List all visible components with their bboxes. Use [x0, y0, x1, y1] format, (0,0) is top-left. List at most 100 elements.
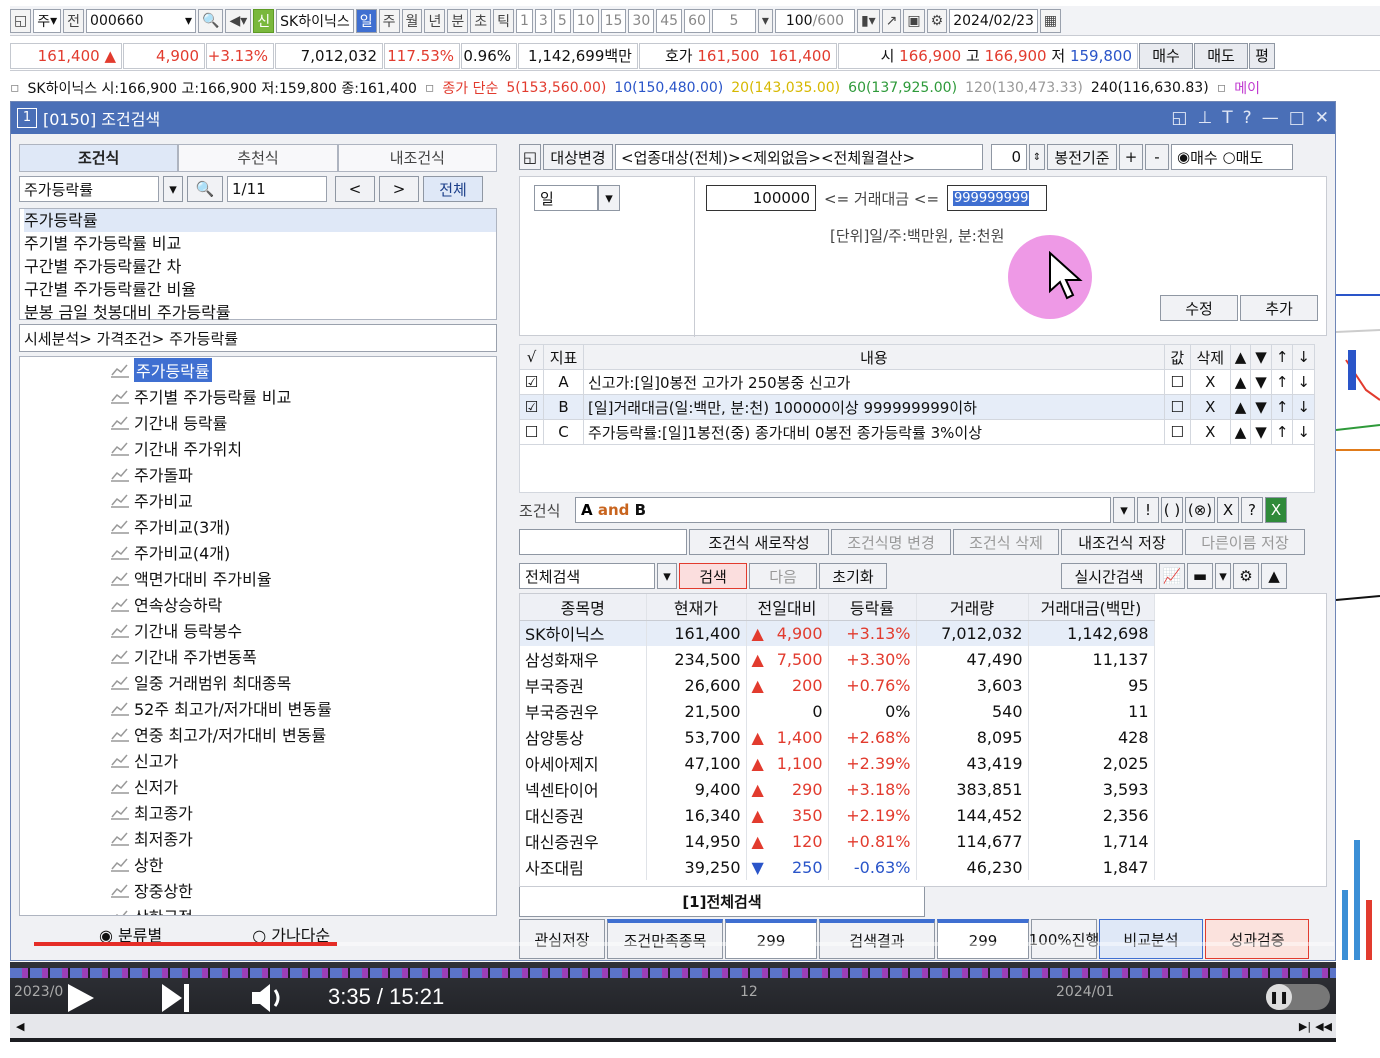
period-minute-button[interactable]: 분	[447, 8, 469, 33]
minus-button[interactable]: -	[1145, 144, 1169, 170]
move-up-icon[interactable]: ▲	[1229, 419, 1252, 445]
drawing-icon[interactable]: ↗	[881, 8, 902, 33]
next-page-button[interactable]: >	[379, 176, 419, 202]
indicator-icon[interactable]: ▮▾	[856, 8, 880, 33]
period-select[interactable]: 일	[534, 185, 598, 211]
tree-item[interactable]: 최저종가	[20, 825, 496, 851]
table-row[interactable]: 넥센타이어 9,400 ▲ 290 +3.18% 383,851 3,593	[520, 776, 1155, 802]
minimize-icon[interactable]: —	[1262, 108, 1279, 128]
move-top-icon[interactable]: ↑	[1270, 369, 1294, 395]
close-icon[interactable]: ✕	[1315, 108, 1329, 128]
plus-button[interactable]: +	[1119, 144, 1143, 170]
tree-item[interactable]: 상한근접	[20, 903, 496, 915]
interval-5[interactable]: 5	[553, 8, 571, 33]
period-tick-button[interactable]: 틱	[493, 8, 514, 33]
chart-icon[interactable]: 📈	[1159, 563, 1185, 589]
gear-icon[interactable]: ⚙	[926, 8, 948, 33]
delete-icon[interactable]: X	[1189, 369, 1231, 395]
tree-item[interactable]: 연속상승하락	[20, 591, 496, 617]
condition-search-input[interactable]: 주가등락률	[19, 176, 159, 202]
restore-icon[interactable]: ◱	[1171, 108, 1187, 128]
tree-item[interactable]: 일중 거래범위 최대종목	[20, 669, 496, 695]
search-button[interactable]: 검색	[679, 563, 747, 589]
table-row[interactable]: 부국증권 26,600 ▲ 200 +0.76% 3,603 95	[520, 672, 1155, 698]
table-row[interactable]: 사조대림 39,250 ▼ 250 -0.63% 46,230 1,847	[520, 854, 1155, 880]
stock-code-input[interactable]: 000660 ▾	[86, 8, 197, 33]
tree-item[interactable]: 최고종가	[20, 799, 496, 825]
value-checkbox[interactable]: ☐	[1163, 369, 1191, 395]
condition-checkbox[interactable]: ☐	[519, 419, 544, 445]
value-checkbox[interactable]: ☐	[1163, 394, 1191, 420]
count-input[interactable]: 100/600	[774, 8, 855, 33]
rename-condition-button[interactable]: 조건식명 변경	[831, 529, 951, 555]
menu-dropdown-icon[interactable]: ▾	[1215, 563, 1231, 589]
tree-item[interactable]: 주가비교(4개)	[20, 539, 496, 565]
tab-all-search[interactable]: [1]전체검색	[519, 887, 925, 917]
next-video-icon[interactable]	[158, 980, 194, 1016]
condition-row[interactable]: ☑ B [일]거래대금(일:백만, 분:천) 100000이상 999999999이…	[519, 394, 1315, 420]
tree-item[interactable]: 신고가	[20, 747, 496, 773]
search-icon[interactable]: 🔍	[198, 8, 224, 33]
xor-button[interactable]: (⊗)	[1185, 497, 1215, 523]
search-dropdown-icon[interactable]: ▾	[163, 176, 183, 202]
tree-item[interactable]: 장중상한	[20, 877, 496, 903]
tree-item[interactable]: 주가비교	[20, 487, 496, 513]
condition-row[interactable]: ☐ C 주가등락률:[일]1봉전(중) 종가대비 0봉전 종가등락률 3%이상 ☐ X ▲…	[519, 419, 1315, 445]
tree-item[interactable]: 주가등락률	[20, 357, 496, 383]
period-week-button[interactable]: 주	[378, 8, 400, 33]
period-year-button[interactable]: 년	[424, 8, 446, 33]
interval-10[interactable]: 10	[572, 8, 599, 33]
date-input[interactable]: 2024/02/23	[949, 8, 1038, 33]
edit-button[interactable]: 수정	[1160, 295, 1238, 321]
tree-item[interactable]: 52주 최고가/저가대비 변동률	[20, 695, 496, 721]
pin-icon[interactable]: ⊥	[1197, 108, 1212, 128]
buy-button[interactable]: 매수	[1139, 42, 1193, 69]
list-icon[interactable]: ▬	[1187, 563, 1213, 589]
calendar-icon[interactable]: ▦	[1039, 8, 1062, 33]
interval-1[interactable]: 1	[516, 8, 533, 33]
tree-item[interactable]: 주가돌파	[20, 461, 496, 487]
scroll-end-icon[interactable]: ◀◀	[1315, 1020, 1332, 1033]
interval-3[interactable]: 3	[534, 8, 552, 33]
video-progress-track[interactable]	[34, 942, 1334, 946]
delete-icon[interactable]: X	[1189, 419, 1231, 445]
tree-item[interactable]: 연중 최고가/저가대비 변동률	[20, 721, 496, 747]
tree-item[interactable]: 기간내 등락봉수	[20, 617, 496, 643]
market-select[interactable]: 주 ▾	[33, 8, 62, 33]
table-row[interactable]: 아세아제지 47,100 ▲ 1,100 +2.39% 43,419 2,025	[520, 750, 1155, 776]
horizontal-scrollbar[interactable]: ◀ ▶| ◀◀	[10, 1014, 1336, 1038]
move-down-icon[interactable]: ▼	[1250, 394, 1272, 420]
scope-dropdown-icon[interactable]: ▾	[657, 563, 677, 589]
interval-60[interactable]: 60	[684, 8, 710, 33]
condition-name-input[interactable]	[519, 529, 687, 555]
window-icon[interactable]: ◱	[519, 144, 541, 170]
move-down-icon[interactable]: ▼	[1250, 369, 1272, 395]
save-my-condition-button[interactable]: 내조건식 저장	[1061, 529, 1183, 555]
list-item[interactable]: 구간별 주가등락률간 비율	[24, 278, 496, 301]
bong-input[interactable]: 0	[991, 144, 1027, 170]
maximize-icon[interactable]: □	[1289, 108, 1305, 128]
period-dropdown-icon[interactable]: ▾	[598, 185, 620, 211]
formula-input[interactable]: A and B	[575, 497, 1111, 523]
all-button[interactable]: 전체	[423, 176, 483, 202]
scroll-right-icon[interactable]: ▶|	[1299, 1020, 1311, 1033]
interval-input[interactable]: 5	[711, 8, 756, 33]
list-item[interactable]: 주가등락률	[24, 209, 496, 232]
move-top-icon[interactable]: ↑	[1270, 394, 1294, 420]
compare-button[interactable]: 비교분석	[1099, 919, 1203, 959]
condition-row[interactable]: ☑ A 신고가:[일]0봉전 고가가 250봉중 신고가 ☐ X ▲ ▼ ↑ ↓	[519, 369, 1315, 395]
save-icon[interactable]: ▣	[903, 8, 925, 33]
period-second-button[interactable]: 초	[470, 8, 492, 33]
condition-checkbox[interactable]: ☑	[519, 369, 544, 395]
tree-item[interactable]: 주가비교(3개)	[20, 513, 496, 539]
clear-formula-button[interactable]: X	[1217, 497, 1239, 523]
volume-icon[interactable]	[248, 980, 288, 1016]
condition-checkbox[interactable]: ☑	[519, 394, 544, 420]
target-change-button[interactable]: 대상변경	[543, 144, 613, 170]
table-row[interactable]: 부국증권우 21,500 0 0% 540 11	[520, 698, 1155, 724]
help-button[interactable]: ?	[1241, 497, 1263, 523]
tab-conditions[interactable]: 조건식	[19, 144, 179, 172]
reset-button[interactable]: 초기화	[819, 563, 887, 589]
table-row[interactable]: 삼성화재우 234,500 ▲ 7,500 +3.30% 47,490 11,137	[520, 646, 1155, 672]
table-row[interactable]: 대신증권우 14,950 ▲ 120 +0.81% 114,677 1,714	[520, 828, 1155, 854]
